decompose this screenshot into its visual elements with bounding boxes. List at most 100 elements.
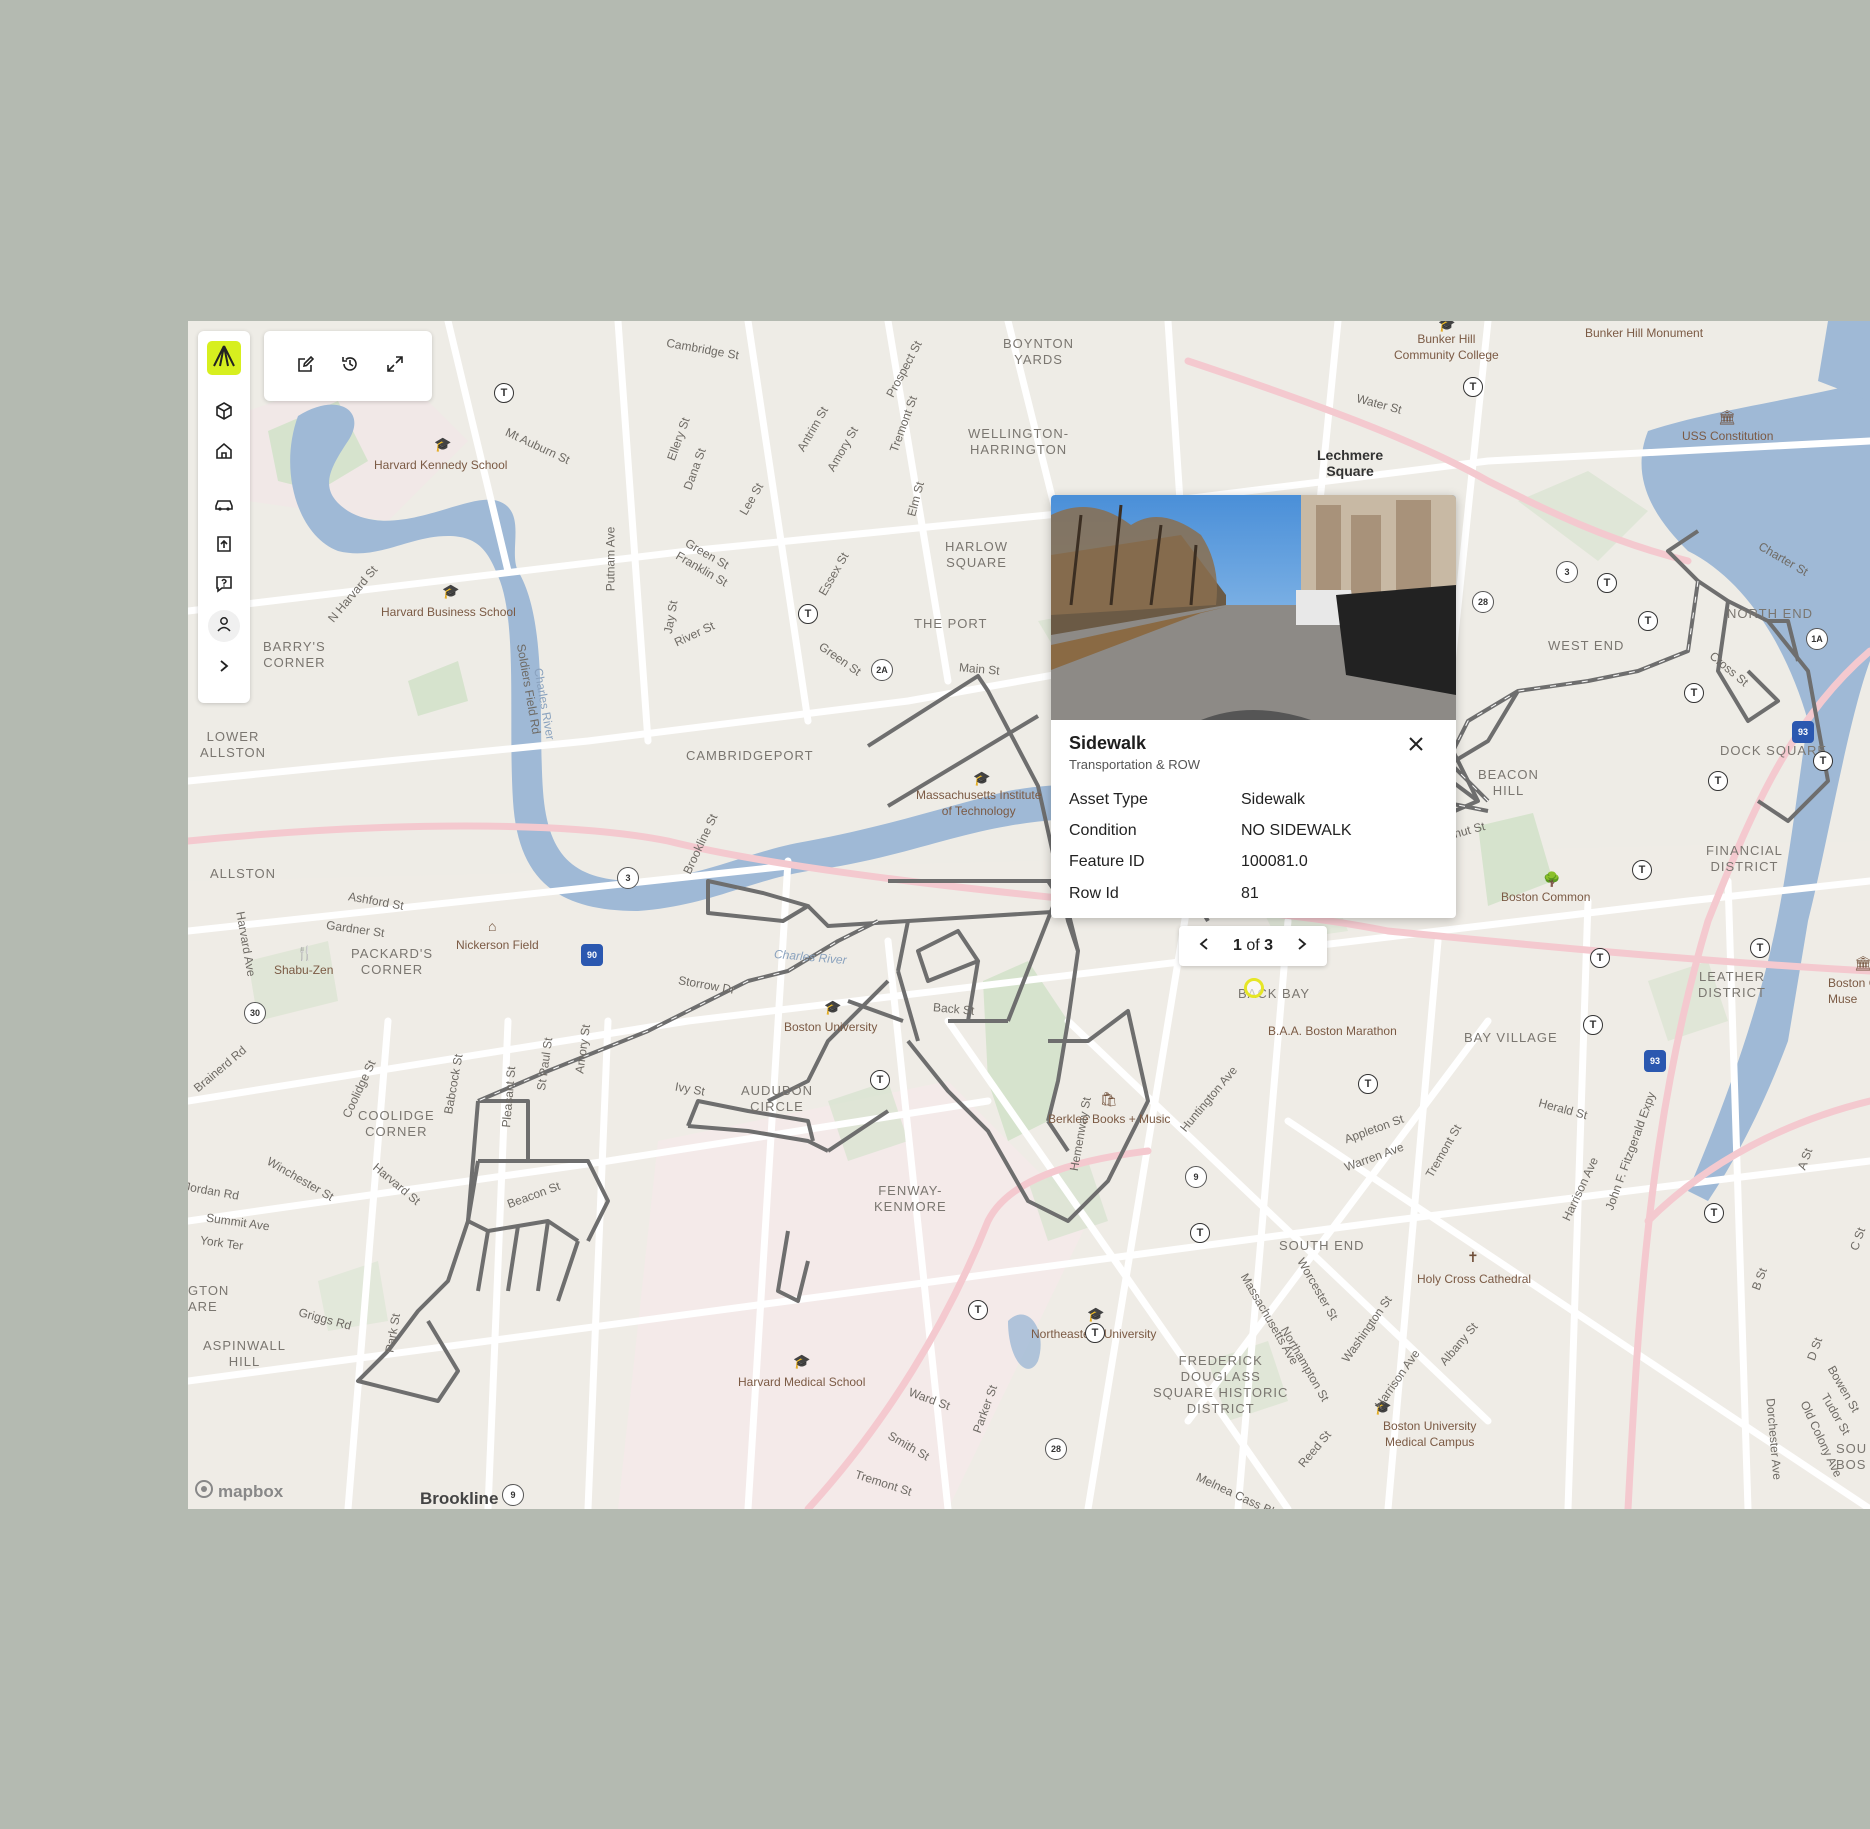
route-shield: 9	[1185, 1166, 1207, 1188]
sidebar-item-vehicle[interactable]	[208, 490, 240, 522]
neighborhood-label: BEACON HILL	[1478, 767, 1539, 798]
fullscreen-button[interactable]	[380, 351, 410, 381]
mapbox-logo-icon	[194, 1479, 214, 1504]
expand-icon	[386, 355, 404, 378]
school-icon: 🎓	[434, 436, 452, 452]
poi-label: Berklee Books + Music	[1048, 1112, 1171, 1126]
church-icon: ✝	[1467, 1249, 1479, 1265]
neighborhood-label: AUDUBON CIRCLE	[741, 1083, 814, 1114]
poi-label: Bunker Hill Community College	[1394, 332, 1499, 362]
route-shield: 9	[502, 1484, 524, 1506]
neighborhood-label: CAMBRIDGEPORT	[686, 748, 814, 763]
neighborhood-label: WELLINGTON- HARRINGTON	[968, 426, 1070, 457]
sidebar-item-account[interactable]	[208, 610, 240, 642]
user-icon	[216, 616, 232, 637]
chevron-right-icon	[218, 659, 230, 678]
route-shield: 93	[1644, 1050, 1666, 1072]
transit-station-icon[interactable]: T	[870, 1070, 890, 1090]
transit-station-icon[interactable]: T	[1750, 938, 1770, 958]
attribute-value: NO SIDEWALK	[1241, 822, 1352, 839]
poi-label: USS Constitution	[1682, 429, 1774, 443]
neighborhood-label: COOLIDGE CORNER	[358, 1108, 435, 1139]
upload-icon	[215, 535, 233, 558]
map-canvas[interactable]	[188, 321, 1870, 1509]
attribute-row: Feature ID 100081.0	[1069, 853, 1449, 877]
popup-close-button[interactable]	[1401, 731, 1431, 761]
map-view[interactable]: BOYNTON YARDS WELLINGTON- HARRINGTON HARLO…	[188, 321, 1870, 1509]
stadium-icon: ⌂	[488, 918, 497, 934]
mapbox-attribution[interactable]: mapbox	[194, 1479, 283, 1504]
sidebar-item-layers[interactable]	[208, 397, 240, 429]
attribute-key: Condition	[1069, 822, 1137, 839]
route-shield: 28	[1472, 591, 1494, 613]
neighborhood-label: HARLOW SQUARE	[945, 539, 1009, 570]
transit-station-icon[interactable]: T	[1632, 860, 1652, 880]
poi-label: Massachusetts Institute of Technology	[916, 788, 1042, 818]
transit-station-icon[interactable]: T	[798, 604, 818, 624]
transit-station-icon[interactable]: T	[494, 383, 514, 403]
sidebar-item-home[interactable]	[208, 437, 240, 469]
poi-label: Boston ChMuse	[1828, 976, 1870, 1006]
neighborhood-label: BAY VILLAGE	[1464, 1030, 1558, 1045]
route-shield: 90	[581, 944, 603, 966]
transit-station-icon[interactable]: T	[1463, 377, 1483, 397]
attribution-text: mapbox	[218, 1481, 284, 1501]
street-view-photo	[1051, 495, 1456, 720]
sidebar-item-feedback[interactable]	[208, 570, 240, 602]
poi-label: Nickerson Field	[456, 938, 539, 952]
neighborhood-label: WEST END	[1548, 638, 1625, 653]
poi-label: Boston Common	[1501, 890, 1591, 904]
transit-station-icon[interactable]: T	[1358, 1074, 1378, 1094]
neighborhood-label: BARRY'S CORNER	[263, 639, 326, 670]
route-shield: 3	[1556, 561, 1578, 583]
transit-station-icon[interactable]: T	[1583, 1015, 1603, 1035]
route-shield: 28	[1045, 1438, 1067, 1460]
pager-next-button[interactable]	[1287, 931, 1317, 961]
poi-label: Boston University	[784, 1020, 878, 1034]
street-label: Main St	[958, 660, 1001, 678]
sidebar-item-upload[interactable]	[208, 530, 240, 562]
attribute-key: Row Id	[1069, 885, 1119, 902]
car-icon	[214, 496, 234, 517]
route-shield: 3	[617, 867, 639, 889]
transit-station-icon[interactable]: T	[1597, 573, 1617, 593]
museum-icon: 🏛	[1718, 409, 1736, 425]
map-toolbar	[264, 331, 432, 401]
poi-label: Bunker Hill Monument	[1585, 326, 1704, 340]
home-icon	[215, 442, 233, 465]
attribute-key: Feature ID	[1069, 853, 1145, 870]
sidebar-item-expand[interactable]	[208, 652, 240, 684]
attribute-value: Sidewalk	[1241, 791, 1306, 808]
edit-button[interactable]	[291, 351, 321, 381]
transit-station-icon[interactable]: T	[1708, 771, 1728, 791]
poi-label: Boston University Medical Campus	[1383, 1419, 1477, 1449]
neighborhood-label: DOCK SQUARE	[1720, 743, 1828, 758]
neighborhood-label: ASPINWALL HILL	[203, 1338, 286, 1369]
poi-label: Harvard Medical School	[738, 1375, 866, 1389]
transit-station-icon[interactable]: T	[1684, 683, 1704, 703]
attribute-row: Asset Type Sidewalk	[1069, 791, 1449, 815]
shop-icon: 🛍	[1100, 1091, 1118, 1107]
history-button[interactable]	[335, 351, 365, 381]
transit-station-icon[interactable]: T	[1590, 948, 1610, 968]
poi-label: B.A.A. Boston Marathon	[1268, 1024, 1397, 1038]
transit-station-icon[interactable]: T	[1704, 1203, 1724, 1223]
feature-popup: Sidewalk Transportation & ROW Asset Type…	[1051, 495, 1456, 918]
popup-title: Sidewalk	[1069, 733, 1147, 753]
neighborhood-label: PACKARD'S CORNER	[351, 946, 434, 977]
selected-feature-marker[interactable]	[1244, 978, 1264, 998]
restaurant-icon: 🍴	[296, 945, 314, 961]
brand-logo-button[interactable]	[207, 341, 241, 375]
neighborhood-label: FREDERICK DOUGLASS SQUARE HISTORIC DISTRICT	[1153, 1353, 1289, 1416]
attribute-value: 81	[1241, 885, 1259, 902]
school-icon: 🎓	[793, 1353, 811, 1369]
transit-station-icon[interactable]: T	[1085, 1323, 1105, 1343]
transit-station-icon[interactable]: T	[1813, 751, 1833, 771]
transit-station-icon[interactable]: T	[1190, 1223, 1210, 1243]
transit-station-icon[interactable]: T	[968, 1300, 988, 1320]
message-question-icon	[215, 575, 233, 598]
park-icon: 🌳	[1543, 871, 1561, 887]
transit-station-icon[interactable]: T	[1638, 611, 1658, 631]
close-icon	[1407, 735, 1425, 758]
neighborhood-label: GTON ARE	[188, 1283, 230, 1314]
